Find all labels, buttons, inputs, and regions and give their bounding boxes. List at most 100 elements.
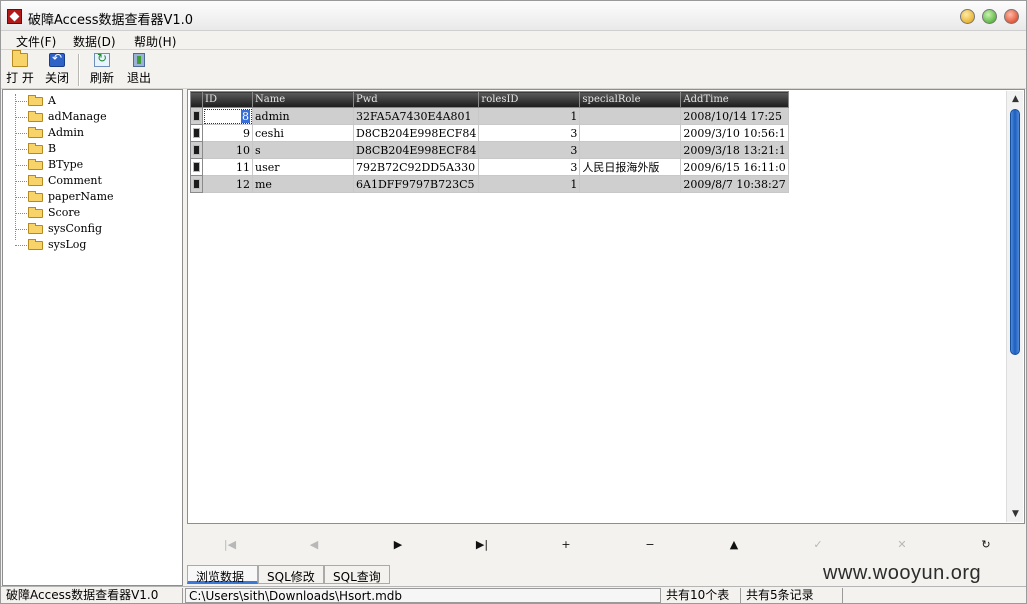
tree-item[interactable]: Score xyxy=(15,205,180,221)
grid-cell-id[interactable]: 11 xyxy=(202,158,253,176)
grid-cell-id[interactable]: 9 xyxy=(202,124,253,142)
exit-button[interactable]: 退出 xyxy=(124,53,154,86)
grid-cell-addtime[interactable]: 2009/6/15 16:11:0 xyxy=(680,158,789,176)
insert-record-button[interactable]: + xyxy=(556,537,576,553)
grid-cell-rolesid[interactable]: 3 xyxy=(478,124,581,142)
column-header-name[interactable]: Name xyxy=(252,91,354,108)
grid-cell-name[interactable]: me xyxy=(252,175,354,193)
grid-cell-rolesid[interactable]: 3 xyxy=(478,141,581,159)
data-grid[interactable]: ID Name Pwd rolesID specialRole AddTime … xyxy=(190,91,789,193)
tab-sql-query[interactable]: SQL查询 xyxy=(324,565,390,584)
first-record-button[interactable]: |◀ xyxy=(220,537,240,553)
tree-item[interactable]: paperName xyxy=(15,189,180,205)
scroll-down-arrow-icon[interactable]: ▼ xyxy=(1007,507,1024,521)
table-tree[interactable]: AadManage Admin B BType Comment paperName Scor… xyxy=(2,89,183,586)
window-title: 破障Access数据查看器V1.0 xyxy=(28,13,194,28)
close-db-button[interactable]: 关闭 xyxy=(42,51,72,86)
grid-cell-id[interactable]: 8 xyxy=(202,107,253,125)
table-row[interactable]: 8 admin 32FA5A7430E4A801 1 2008/10/14 17:25 xyxy=(190,107,789,125)
grid-cell-pwd[interactable]: D8CB204E998ECF84 xyxy=(352,124,480,142)
record-navigator: |◀ ◀ ▶ ▶| + − ▲ ✓ ✕ ↻ xyxy=(187,526,1025,564)
grid-cell-specialrole[interactable] xyxy=(579,141,682,159)
folder-icon xyxy=(28,111,43,122)
tab-sql-modify[interactable]: SQL修改 xyxy=(258,565,324,584)
column-header-pwd[interactable]: Pwd xyxy=(352,91,480,108)
maximize-button[interactable] xyxy=(982,9,997,24)
column-header-specialrole[interactable]: specialRole xyxy=(579,91,682,108)
tree-item[interactable]: B xyxy=(15,141,180,157)
row-indicator[interactable] xyxy=(190,124,203,142)
grid-cell-specialrole[interactable] xyxy=(579,124,682,142)
refresh-icon xyxy=(94,51,110,67)
grid-cell-id[interactable]: 12 xyxy=(202,175,253,193)
tree-item[interactable]: A xyxy=(15,93,180,109)
table-row[interactable]: 11 user 792B72C92DD5A330 3 人民日报海外版 2009/6/15 … xyxy=(190,158,789,176)
grid-cell-addtime[interactable]: 2009/3/10 10:56:1 xyxy=(680,124,789,142)
table-row[interactable]: 10 s D8CB204E998ECF84 3 2009/3/18 13:21:1 xyxy=(190,141,789,159)
scroll-thumb[interactable] xyxy=(1010,109,1020,355)
column-header-addtime[interactable]: AddTime xyxy=(680,91,789,108)
grid-cell-addtime[interactable]: 2009/8/7 10:38:27 xyxy=(680,175,789,193)
column-header-id[interactable]: ID xyxy=(202,91,253,108)
tree-item[interactable]: BType xyxy=(15,157,180,173)
prior-record-button[interactable]: ◀ xyxy=(304,537,324,553)
next-record-button[interactable]: ▶ xyxy=(388,537,408,553)
tree-item-label: A xyxy=(48,94,56,107)
grid-cell-addtime[interactable]: 2008/10/14 17:25 xyxy=(680,107,789,125)
grid-cell-name[interactable]: s xyxy=(252,141,354,159)
refresh-button[interactable]: 刷新 xyxy=(87,51,117,86)
cancel-record-button[interactable]: ✕ xyxy=(892,537,912,553)
post-record-button[interactable]: ✓ xyxy=(808,537,828,553)
grid-cell-name[interactable]: user xyxy=(252,158,354,176)
grid-cell-rolesid[interactable]: 1 xyxy=(478,107,581,125)
menu-data[interactable]: 数据(D) xyxy=(73,33,116,50)
open-button[interactable]: 打 开 xyxy=(4,50,36,86)
delete-record-button[interactable]: − xyxy=(640,537,660,553)
edit-record-button[interactable]: ▲ xyxy=(724,537,744,553)
scroll-up-arrow-icon[interactable]: ▲ xyxy=(1007,92,1024,106)
toolbar: 打 开 关闭 刷新 退出 xyxy=(1,50,1026,89)
grid-cell-specialrole[interactable]: 人民日报海外版 xyxy=(579,158,682,176)
data-grid-panel[interactable]: ID Name Pwd rolesID specialRole AddTime … xyxy=(187,89,1025,524)
tree-item[interactable]: Comment xyxy=(15,173,180,189)
app-logo-icon xyxy=(7,9,22,24)
row-indicator[interactable] xyxy=(190,141,203,159)
tree-item[interactable]: Admin xyxy=(15,125,180,141)
row-marker-icon xyxy=(193,128,200,138)
grid-cell-name[interactable]: ceshi xyxy=(252,124,354,142)
table-row[interactable]: 9 ceshi D8CB204E998ECF84 3 2009/3/10 10:56:1 xyxy=(190,124,789,142)
grid-cell-pwd[interactable]: 792B72C92DD5A330 xyxy=(352,158,480,176)
grid-cell-pwd[interactable]: D8CB204E998ECF84 xyxy=(352,141,480,159)
folder-icon xyxy=(28,127,43,138)
grid-cell-pwd[interactable]: 6A1DFF9797B723C5 xyxy=(352,175,480,193)
row-indicator[interactable] xyxy=(190,158,203,176)
menu-help[interactable]: 帮助(H) xyxy=(134,33,176,50)
grid-cell-addtime[interactable]: 2009/3/18 13:21:1 xyxy=(680,141,789,159)
refresh-record-button[interactable]: ↻ xyxy=(976,537,996,553)
close-window-button[interactable] xyxy=(1004,9,1019,24)
tree-item[interactable]: sysLog xyxy=(15,237,180,253)
tree-item-label: B xyxy=(48,142,57,155)
row-indicator[interactable] xyxy=(190,175,203,193)
last-record-button[interactable]: ▶| xyxy=(472,537,492,553)
grid-cell-pwd[interactable]: 32FA5A7430E4A801 xyxy=(352,107,480,125)
grid-cell-id[interactable]: 10 xyxy=(202,141,253,159)
app-window: 破障Access数据查看器V1.0 文件(F) 数据(D) 帮助(H) 打 开 … xyxy=(0,0,1027,604)
tree-item[interactable]: sysConfig xyxy=(15,221,180,237)
row-marker-icon xyxy=(193,179,200,189)
table-row[interactable]: 12 me 6A1DFF9797B723C5 1 2009/8/7 10:38:27 xyxy=(190,175,789,193)
minimize-button[interactable] xyxy=(960,9,975,24)
tree-item[interactable]: adManage xyxy=(15,109,180,125)
current-row-indicator[interactable] xyxy=(190,107,203,125)
column-header-rolesid[interactable]: rolesID xyxy=(478,91,581,108)
grid-cell-rolesid[interactable]: 3 xyxy=(478,158,581,176)
grid-vertical-scrollbar[interactable]: ▲ ▼ xyxy=(1006,91,1023,522)
menu-file[interactable]: 文件(F) xyxy=(16,33,56,50)
tab-browse-data[interactable]: 浏览数据 xyxy=(187,565,258,584)
grid-cell-rolesid[interactable]: 1 xyxy=(478,175,581,193)
grid-cell-specialrole[interactable] xyxy=(579,175,682,193)
grid-cell-specialrole[interactable] xyxy=(579,107,682,125)
grid-cell-name[interactable]: admin xyxy=(252,107,354,125)
tree-item-label: Score xyxy=(48,206,81,219)
status-app-name: 破障Access数据查看器V1.0 xyxy=(3,588,183,603)
